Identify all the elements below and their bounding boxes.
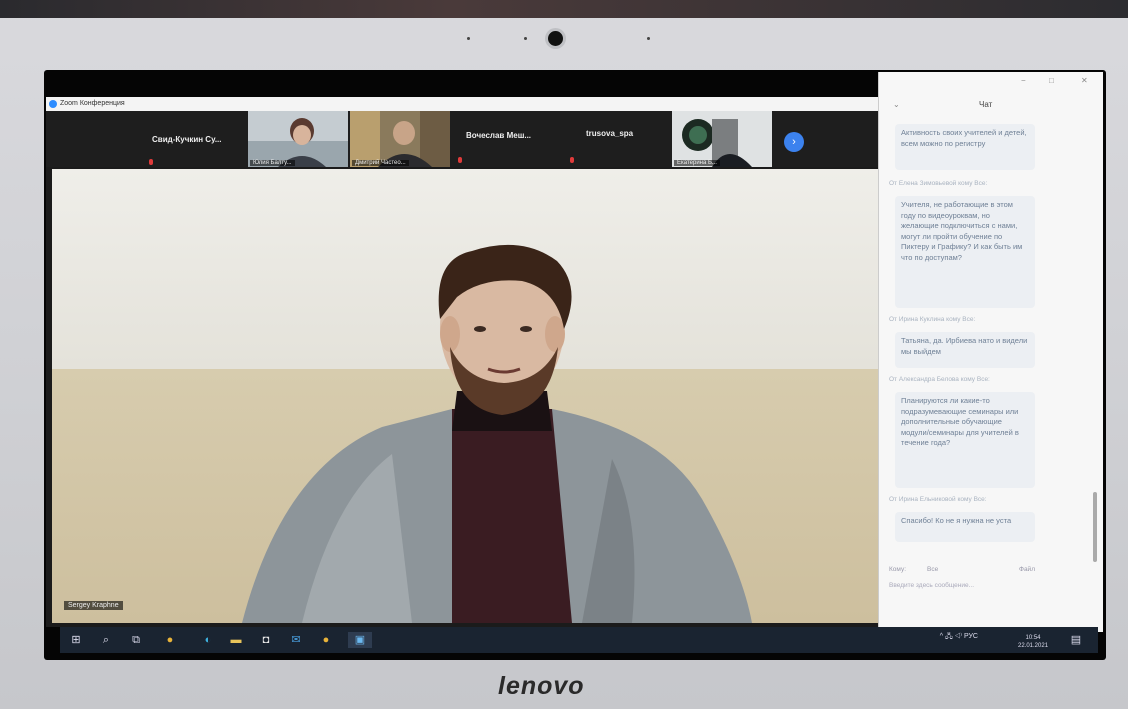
zoom-titlebar: Zoom Конференция: [46, 97, 878, 111]
minimize-icon[interactable]: −: [1021, 76, 1026, 85]
search-icon[interactable]: ⌕: [98, 632, 114, 648]
close-icon[interactable]: ✕: [1081, 76, 1088, 85]
participant-tile[interactable]: trusova_spa: [564, 111, 676, 167]
webcam: [548, 31, 563, 46]
chat-title: Чат: [979, 100, 993, 109]
zoom-icon[interactable]: ▣: [348, 632, 372, 648]
system-tray[interactable]: ^ 🖧 ◁⁾ РУС: [940, 632, 978, 643]
windows-icon[interactable]: ⊞: [68, 632, 84, 648]
chat-recipient-label: Кому:: [889, 566, 906, 573]
participant-tile[interactable]: Свид-Кучкин Су...: [144, 111, 246, 167]
chat-message: Планируются ли какие-то подразумевающие …: [895, 392, 1035, 488]
sensor-dot: [647, 37, 650, 40]
chat-input[interactable]: Введите здесь сообщение...: [889, 582, 974, 589]
participant-name: Екатерина Б...: [674, 160, 720, 166]
chrome-icon[interactable]: ●: [318, 632, 334, 648]
chat-message: Спасибо! Ко не я нужна не уста: [895, 512, 1035, 542]
chat-sender: От Александра Белова кому Все:: [889, 376, 990, 383]
speaker-figure: [242, 244, 752, 623]
speaker-name-label: Sergey Kraphne: [64, 601, 123, 610]
chat-sender: От Ирина Куклина кому Все:: [889, 316, 976, 323]
chat-recipient-select[interactable]: Все: [927, 566, 938, 573]
notification-icon[interactable]: ▤: [1068, 632, 1084, 648]
participant-video: [350, 111, 450, 167]
clock-time: 10:54: [1025, 635, 1041, 641]
participant-strip: Свид-Кучкин Су... Юлия Балту... Дмитрий …: [46, 111, 878, 167]
folder-icon[interactable]: ▬: [228, 632, 244, 648]
clock[interactable]: 10:54 22.01.2021: [1018, 634, 1048, 650]
sensor-dot: [467, 37, 470, 40]
participant-name: trusova_spa: [586, 129, 634, 138]
participant-tile[interactable]: Юлия Балту...: [248, 111, 348, 167]
zoom-window: Zoom Конференция Свид-Кучкин Су... Юлия …: [46, 97, 878, 627]
edge-icon[interactable]: ◐: [200, 632, 216, 648]
mail-icon[interactable]: ✉: [288, 632, 304, 648]
chat-sender: От Ирина Ельниковой кому Все:: [889, 496, 987, 503]
sensor-dot: [524, 37, 527, 40]
participant-name: Свид-Кучкин Су...: [152, 135, 222, 144]
chat-message: Активность своих учителей и детей, всем …: [895, 124, 1035, 170]
active-speaker-video: Sergey Kraphne: [52, 169, 878, 623]
lenovo-logo: lenovo: [498, 672, 585, 700]
chat-sender: От Елена Зимовьевой кому Все:: [889, 180, 988, 187]
file-button[interactable]: Файл: [1019, 566, 1035, 573]
chat-panel: − □ ✕ ⌄ Чат Активность своих учителей и …: [878, 72, 1103, 632]
muted-mic-icon: [149, 159, 153, 165]
participant-name: Вочеслав Меш...: [466, 131, 532, 140]
participant-tile[interactable]: Вочеслав Меш...: [452, 111, 562, 167]
participant-name: Дмитрий Частео...: [352, 160, 409, 166]
taskview-icon[interactable]: ⧉: [128, 632, 144, 648]
window-title: Zoom Конференция: [60, 100, 125, 107]
chat-header: − □ ✕ ⌄ Чат: [879, 72, 1104, 112]
muted-mic-icon: [458, 157, 462, 163]
windows-taskbar: ⊞ ⌕ ⧉ ● ◐ ▬ ◘ ✉ ● ▣ ^ 🖧 ◁⁾ РУС 10:54 22.…: [60, 627, 1098, 653]
chrome-icon[interactable]: ●: [162, 632, 178, 648]
maximize-icon[interactable]: □: [1049, 76, 1054, 85]
store-icon[interactable]: ◘: [258, 632, 274, 648]
muted-mic-icon: [570, 157, 574, 163]
chat-message: Учителя, не работающие в этом году по ви…: [895, 196, 1035, 308]
participant-tile[interactable]: Дмитрий Частео...: [350, 111, 450, 167]
participant-name: Юлия Балту...: [250, 160, 295, 166]
clock-date: 22.01.2021: [1018, 643, 1049, 649]
participant-video: [672, 111, 772, 167]
chevron-down-icon[interactable]: ⌄: [893, 100, 900, 109]
background-strip: [0, 0, 1128, 18]
participant-video: [248, 111, 348, 167]
laptop-bezel: Zoom Конференция Свид-Кучкин Су... Юлия …: [0, 0, 1128, 709]
zoom-icon: [49, 100, 57, 108]
chat-scrollbar[interactable]: [1093, 492, 1097, 562]
chat-message: Татьяна, да. Ирбиева нато и видели мы вы…: [895, 332, 1035, 368]
chevron-right-icon[interactable]: ›: [784, 132, 804, 152]
participant-tile[interactable]: Екатерина Б...: [672, 111, 772, 167]
